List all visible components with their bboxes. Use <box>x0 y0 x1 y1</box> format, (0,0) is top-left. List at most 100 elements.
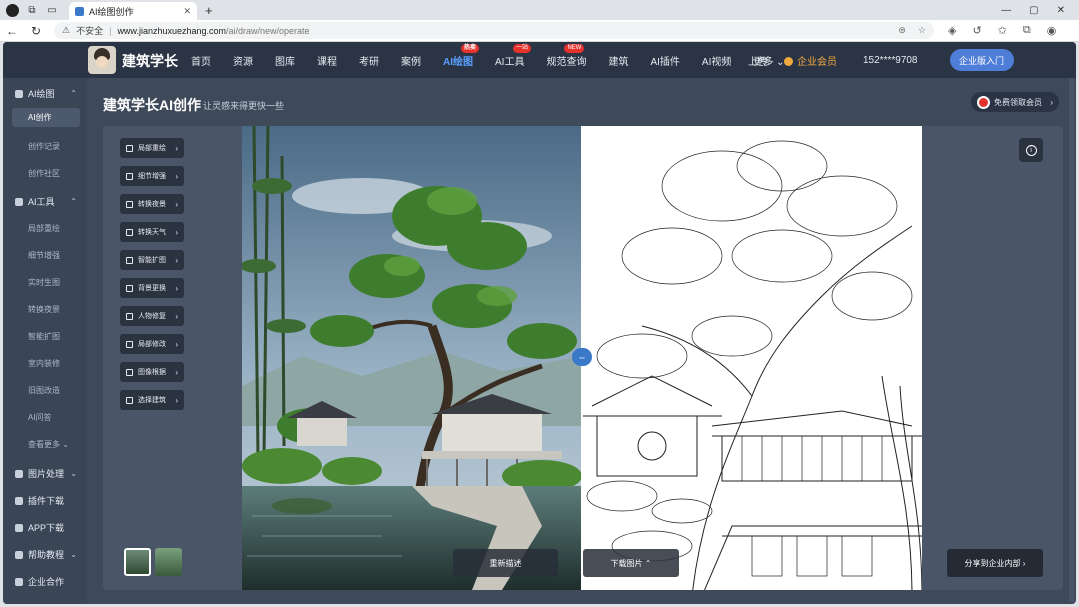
tool-person-button[interactable]: 人物修复 › <box>120 306 184 326</box>
gift-icon <box>977 95 990 109</box>
nav-item-cases[interactable]: 案例 <box>401 53 421 68</box>
nav-item-resources[interactable]: 资源 <box>233 53 253 68</box>
chevron-down-icon: ⌄ <box>70 469 77 478</box>
nav-item-ai-draw[interactable]: AI绘图 热卖 <box>443 43 480 68</box>
profile-icon[interactable] <box>6 3 19 17</box>
building-icon <box>15 577 23 586</box>
download-image-button[interactable]: 下载图片 ⌃ <box>583 549 679 577</box>
back-icon[interactable]: ← <box>0 24 24 38</box>
upload-link[interactable]: 上传 <box>748 53 768 68</box>
top-navigation: 建筑学长 首页 资源 图库 课程 考研 案例 AI绘图 热卖 AI工具 一站 规范查… <box>3 42 1076 78</box>
logo-avatar[interactable] <box>88 46 116 74</box>
info-button[interactable]: i <box>1019 138 1043 162</box>
browser-tab-active[interactable]: AI绘图创作 ✕ <box>69 2 197 20</box>
tool-night-button[interactable]: 转换夜景 › <box>120 194 184 214</box>
tool-local-edit-button[interactable]: 局部修改 › <box>120 334 184 354</box>
nav-item-ai-video[interactable]: AI视频 <box>702 53 731 68</box>
person-icon <box>126 312 133 320</box>
expand-icon <box>126 256 133 264</box>
favorites-icon[interactable]: ✩ <box>998 24 1007 37</box>
sidebar-section-enterprise[interactable]: 企业合作 <box>15 575 77 588</box>
refresh-page-icon[interactable]: ↺ <box>972 24 981 37</box>
sidebar-item-detail-enhance[interactable]: 细节增强 <box>28 250 60 261</box>
tab-close-icon[interactable]: ✕ <box>183 6 191 17</box>
enterprise-vip-link[interactable]: 企业会员 <box>784 53 837 68</box>
nav-item-postgrad[interactable]: 考研 <box>359 53 379 68</box>
help-icon <box>15 550 23 559</box>
new-tab-button[interactable]: + <box>205 3 213 18</box>
extension-icon[interactable]: ◈ <box>948 24 956 37</box>
tool-inpaint-button[interactable]: 局部重绘 › <box>120 138 184 158</box>
tool-select-building-button[interactable]: 选择建筑 › <box>120 390 184 410</box>
sidebar-item-night[interactable]: 转换夜景 <box>28 304 60 315</box>
crown-icon <box>784 56 793 66</box>
redescribe-button[interactable]: 重新描述 <box>453 549 558 577</box>
nav-item-architecture[interactable]: 建筑 <box>608 53 628 68</box>
sidebar-section-plugins[interactable]: 插件下载 <box>15 494 77 507</box>
sidebar-item-renovate[interactable]: 旧图改造 <box>28 385 60 396</box>
sidebar-section-app[interactable]: APP下载 <box>15 521 77 534</box>
tool-detail-button[interactable]: 细节增强 › <box>120 166 184 186</box>
tab-title: AI绘图创作 <box>89 6 134 17</box>
url-field[interactable]: ⚠ 不安全 | www.jianzhuxuezhang.com /ai/draw… <box>54 22 934 39</box>
sidebar-item-inpaint[interactable]: 局部重绘 <box>28 223 60 234</box>
rendered-photo[interactable] <box>242 126 582 590</box>
reload-icon[interactable]: ↻ <box>24 24 48 38</box>
sidebar-item-ai-create[interactable]: AI创作 <box>12 108 80 127</box>
tool-image-based-button[interactable]: 图像根据 › <box>120 362 184 382</box>
sidebar-item-interior[interactable]: 室内装修 <box>28 358 60 369</box>
browser-addressbar: ← ↻ ⚠ 不安全 | www.jianzhuxuezhang.com /ai/… <box>0 20 1079 42</box>
edit-icon <box>126 340 133 348</box>
toolbox-icon <box>15 197 23 206</box>
compare-slider-handle[interactable]: ⇔ <box>572 348 592 366</box>
background-icon <box>126 284 133 292</box>
work-panel: 局部重绘 › 细节增强 › 转换夜景 › 转换天气 › 智能扩图 › 背景更换 › 人物修复… <box>103 126 1063 590</box>
thumbnail-2[interactable] <box>155 548 182 576</box>
sidebar-item-realtime[interactable]: 实时生图 <box>28 277 60 288</box>
thumbnail-1[interactable] <box>124 548 151 576</box>
layers-icon <box>126 368 133 376</box>
logo-text[interactable]: 建筑学长 <box>122 51 178 71</box>
tab-actions-icon[interactable]: ▭ <box>45 3 59 17</box>
sidebar-section-image-process[interactable]: 图片处理 ⌄ <box>15 467 77 480</box>
image-icon <box>15 469 23 478</box>
sidebar-item-community[interactable]: 创作社区 <box>28 168 60 179</box>
sidebar-section-help[interactable]: 帮助教程 ⌄ <box>15 548 77 561</box>
share-enterprise-button[interactable]: 分享到企业内部 › <box>947 549 1043 577</box>
nav-item-ai-plugins[interactable]: AI插件 <box>650 53 679 68</box>
url-host: www.jianzhuxuezhang.com <box>117 25 226 36</box>
minimize-button[interactable]: — <box>1001 5 1011 16</box>
image-icon <box>126 172 133 180</box>
chevron-up-icon: ⌃ <box>70 197 77 206</box>
nav-item-courses[interactable]: 课程 <box>317 53 337 68</box>
nav-item-ai-tools[interactable]: AI工具 一站 <box>495 43 532 68</box>
page-scrollbar[interactable] <box>1069 78 1074 602</box>
sidebar-item-expand[interactable]: 智能扩图 <box>28 331 60 342</box>
nav-item-gallery[interactable]: 图库 <box>275 53 295 68</box>
sidebar-section-ai-draw[interactable]: AI绘图 ⌃ <box>15 87 77 100</box>
tool-expand-button[interactable]: 智能扩图 › <box>120 250 184 270</box>
sidebar-item-create-history[interactable]: 创作记录 <box>28 141 60 152</box>
sidebar-item-ai-qa[interactable]: AI问答 <box>28 412 52 423</box>
tool-weather-button[interactable]: 转换天气 › <box>120 222 184 242</box>
free-vip-button[interactable]: 免费领取会员 › <box>971 92 1059 112</box>
url-path: /ai/draw/new/operate <box>226 25 310 36</box>
sidebar-section-ai-tools[interactable]: AI工具 ⌃ <box>15 195 77 208</box>
nav-item-standards[interactable]: 规范查询 NEW <box>546 43 586 68</box>
copilot-icon[interactable]: ◉ <box>1047 24 1057 37</box>
sidebar-item-more[interactable]: 查看更多 ⌄ <box>28 439 69 450</box>
hot-badge: 热卖 <box>461 43 480 53</box>
maximize-button[interactable]: ▢ <box>1029 5 1038 16</box>
insecure-warning-icon[interactable]: ⚠ <box>62 25 70 36</box>
line-sketch-image[interactable] <box>582 126 922 590</box>
close-window-button[interactable]: ✕ <box>1057 5 1065 16</box>
tool-background-button[interactable]: 背景更换 › <box>120 278 184 298</box>
translate-icon[interactable]: ⊜ <box>898 25 906 36</box>
enterprise-entry-button[interactable]: 企业版入门 <box>949 49 1014 71</box>
nav-item-home[interactable]: 首页 <box>191 53 211 68</box>
user-phone[interactable]: 152****9708 <box>863 55 918 66</box>
workspaces-icon[interactable]: ⧉ <box>25 3 39 17</box>
favorite-star-icon[interactable]: ☆ <box>918 25 926 36</box>
collections-icon[interactable]: ⧉ <box>1023 24 1031 37</box>
select-icon <box>126 396 133 404</box>
